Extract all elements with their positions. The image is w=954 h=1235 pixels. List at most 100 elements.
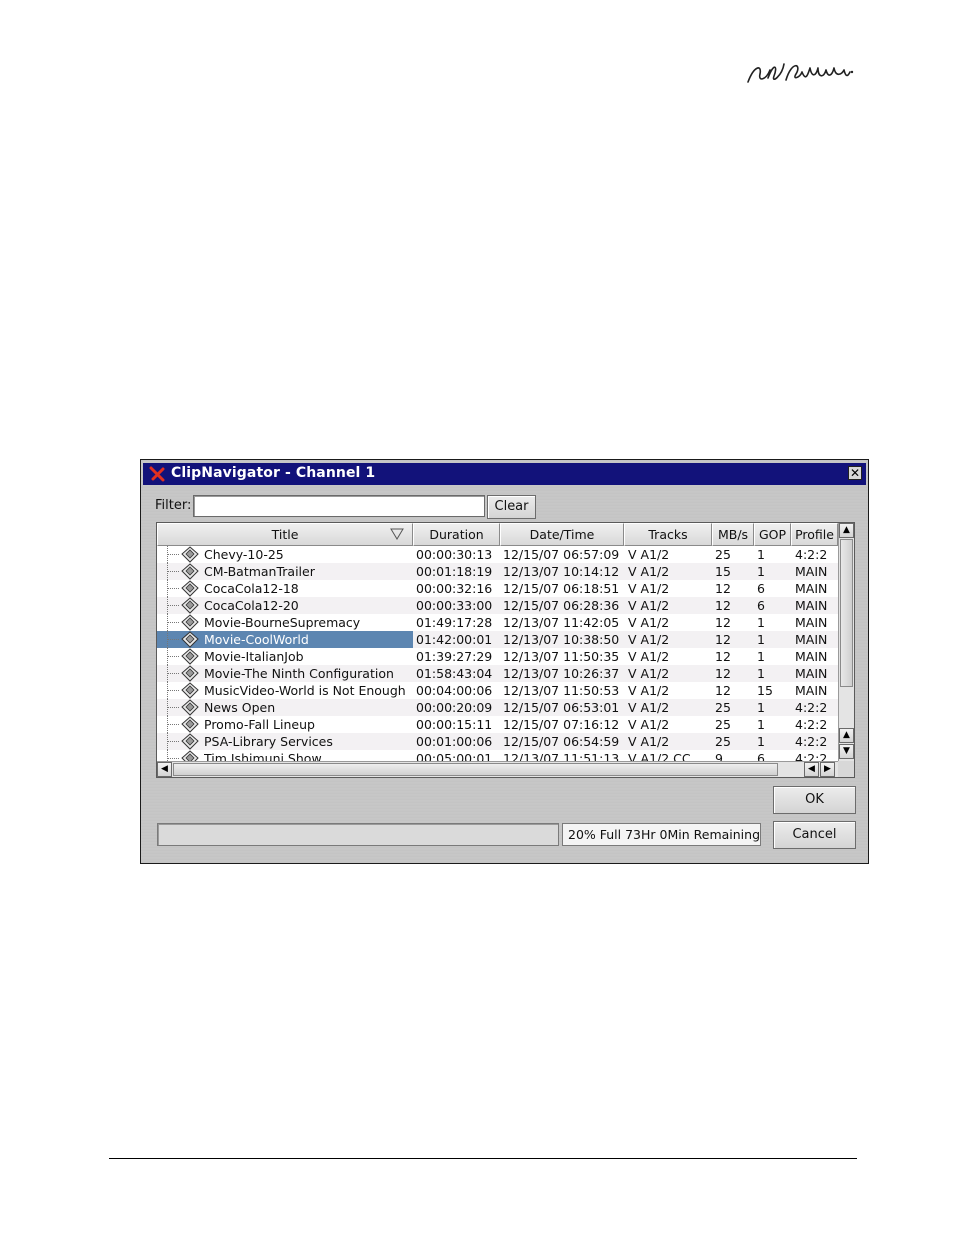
scroll-right-icon[interactable]: ▶ [820,762,835,777]
title-bar[interactable]: ClipNavigator - Channel 1 ✕ [143,463,866,485]
horizontal-scrollbar[interactable]: ◀ ◀ ▶ [157,761,838,777]
table-row[interactable]: Promo-Fall Lineup 00:00:15:11 12/15/07 07:… [157,716,838,733]
cell-profile: 4:2:2 [795,700,828,715]
column-header-profile[interactable]: Profile [791,523,838,546]
table-row[interactable]: Movie-The Ninth Configuration 01:58:43:04… [157,665,838,682]
cell-duration: 01:58:43:04 [416,666,493,681]
x-logo-icon [149,466,165,482]
cell-duration: 00:00:15:11 [416,717,493,732]
tree-connector [167,690,179,691]
cell-tracks: V A1/2 [628,598,670,613]
cell-mbs: 25 [715,547,731,562]
cell-gop: 1 [757,700,765,715]
scroll-left-icon[interactable]: ◀ [157,762,172,777]
column-header-gop[interactable]: GOP [754,523,791,546]
cell-duration: 01:49:17:28 [416,615,493,630]
scroll-up-icon[interactable]: ▲ [839,728,854,743]
cell-gop: 6 [757,598,765,613]
close-icon[interactable]: ✕ [848,466,862,480]
cell-datetime: 12/13/07 10:14:12 [503,564,620,579]
column-header-tracks[interactable]: Tracks [624,523,712,546]
cell-gop: 1 [757,717,765,732]
cell-title: News Open [204,700,276,715]
cell-tracks: V A1/2 [628,564,670,579]
cancel-button[interactable]: Cancel [773,821,856,849]
column-header-mbs[interactable]: MB/s [712,523,754,546]
scroll-down-icon[interactable]: ▼ [839,744,854,759]
cell-mbs: 12 [715,615,731,630]
table-row[interactable]: PSA-Library Services 00:01:00:06 12/15/07 … [157,733,838,750]
cell-datetime: 12/15/07 06:54:59 [503,734,620,749]
cell-duration: 01:39:27:29 [416,649,493,664]
scroll-corner [838,761,854,777]
clip-navigator-dialog: ClipNavigator - Channel 1 ✕ Filter: Clea… [140,459,869,864]
storage-status: 20% Full 73Hr 0Min Remaining [562,823,761,846]
vertical-scrollbar[interactable]: ▲ ▲ ▼ [838,523,854,762]
cell-profile: MAIN [795,683,828,698]
table-row[interactable]: Movie-BourneSupremacy 01:49:17:28 12/13/07… [157,614,838,631]
clip-diamond-icon [181,716,199,733]
cell-profile: MAIN [795,632,828,647]
cell-profile: 4:2:2 [795,717,828,732]
clip-diamond-icon [181,563,199,580]
table-row[interactable]: News Open 00:00:20:09 12/15/07 06:53:01 V A… [157,699,838,716]
cell-tracks: V A1/2 [628,734,670,749]
cell-title: Chevy-10-25 [204,547,284,562]
table-row[interactable]: MusicVideo-World is Not Enough 00:04:00:0… [157,682,838,699]
cell-profile: MAIN [795,666,828,681]
cell-tracks: V A1/2 [628,547,670,562]
tree-connector [167,707,179,708]
cell-mbs: 15 [715,564,731,579]
table-row[interactable]: CM-BatmanTrailer 00:01:18:19 12/13/07 10:1… [157,563,838,580]
clip-diamond-icon [181,580,199,597]
column-header-datetime[interactable]: Date/Time [500,523,624,546]
horizontal-scroll-thumb[interactable] [173,763,778,776]
cell-gop: 1 [757,734,765,749]
tree-connector [167,639,179,640]
cell-datetime: 12/13/07 10:38:50 [503,632,620,647]
cell-duration: 00:00:20:09 [416,700,493,715]
cell-gop: 1 [757,632,765,647]
cell-profile: MAIN [795,649,828,664]
tree-connector [167,673,179,674]
cell-tracks: V A1/2 [628,581,670,596]
ok-button[interactable]: OK [773,786,856,814]
cell-datetime: 12/13/07 11:50:35 [503,649,620,664]
cell-mbs: 25 [715,717,731,732]
clear-button[interactable]: Clear [487,495,536,519]
clip-diamond-icon [181,631,199,648]
filter-input[interactable] [193,495,485,517]
clip-diamond-icon [181,546,199,563]
cell-mbs: 12 [715,581,731,596]
cell-datetime: 12/15/07 06:18:51 [503,581,620,596]
table-row[interactable]: CocaCola12-20 00:00:33:00 12/15/07 06:28:3… [157,597,838,614]
cell-datetime: 12/15/07 06:53:01 [503,700,620,715]
table-row[interactable]: Chevy-10-25 00:00:30:13 12/15/07 06:57:09 V… [157,546,838,563]
column-header-duration[interactable]: Duration [413,523,500,546]
cell-duration: 00:01:18:19 [416,564,493,579]
column-header-title[interactable]: Title [157,523,413,546]
cell-datetime: 12/15/07 07:16:12 [503,717,620,732]
tree-connector [167,724,179,725]
scroll-up-icon[interactable]: ▲ [839,523,854,538]
cell-gop: 1 [757,649,765,664]
clip-diamond-icon [181,699,199,716]
cell-tracks: V A1/2 [628,615,670,630]
cell-profile: 4:2:2 [795,734,828,749]
cell-title: Movie-The Ninth Configuration [204,666,394,681]
cell-profile: 4:2:2 [795,547,828,562]
cell-title: MusicVideo-World is Not Enough [204,683,406,698]
clip-diamond-icon [181,648,199,665]
table-row[interactable]: CocaCola12-18 00:00:32:16 12/15/07 06:18:5… [157,580,838,597]
vertical-scroll-thumb[interactable] [840,539,853,687]
footer-rule [109,1158,857,1159]
cell-title: CM-BatmanTrailer [204,564,315,579]
table-row[interactable]: Movie-CoolWorld 01:42:00:01 12/13/07 10:38… [157,631,838,648]
table-row[interactable]: Movie-ItalianJob 01:39:27:29 12/13/07 11:5… [157,648,838,665]
cell-gop: 6 [757,581,765,596]
scroll-left-icon[interactable]: ◀ [804,762,819,777]
cell-tracks: V A1/2 [628,717,670,732]
cell-mbs: 12 [715,598,731,613]
cell-tracks: V A1/2 [628,649,670,664]
cell-mbs: 12 [715,683,731,698]
